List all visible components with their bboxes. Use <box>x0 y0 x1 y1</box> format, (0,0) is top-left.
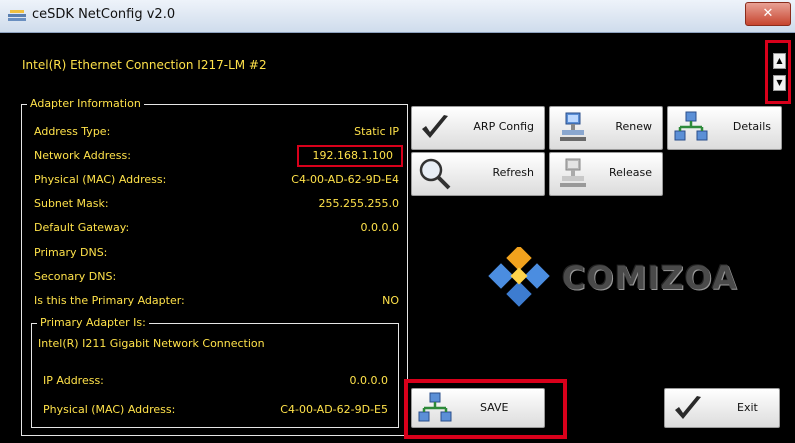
info-row-address-type: Address Type: Static IP <box>34 125 399 145</box>
info-label: Subnet Mask: <box>34 197 109 210</box>
info-value: C4-00-AD-62-9D-E4 <box>291 173 399 186</box>
arp-config-label: ARP Config <box>473 120 534 133</box>
exit-button[interactable]: Exit <box>664 388 780 428</box>
close-button[interactable]: ✕ <box>745 2 791 26</box>
info-label: Is this the Primary Adapter: <box>34 294 185 307</box>
details-label: Details <box>732 120 771 133</box>
exit-label: Exit <box>737 401 758 414</box>
info-value: 0.0.0.0 <box>349 374 388 387</box>
info-label: IP Address: <box>43 374 104 387</box>
refresh-label: Refresh <box>492 166 534 179</box>
arp-config-button[interactable]: ARP Config <box>411 106 545 150</box>
release-label: Release <box>609 166 652 179</box>
info-value: C4-00-AD-62-9D-E5 <box>280 403 388 416</box>
info-value: 0.0.0.0 <box>360 221 399 234</box>
info-label: Default Gateway: <box>34 221 130 234</box>
info-value: NO <box>382 294 399 307</box>
info-label: Physical (MAC) Address: <box>43 403 176 416</box>
netconfig-window: ceSDK NetConfig v2.0 ✕ Intel(R) Ethernet… <box>0 0 795 443</box>
network-address-highlight <box>297 145 403 167</box>
refresh-button[interactable]: Refresh <box>411 152 545 196</box>
info-row-primary-adapter: Is this the Primary Adapter: NO <box>34 294 399 314</box>
magnifier-icon <box>419 158 451 190</box>
info-label: Primary DNS: <box>34 246 108 259</box>
comizoa-logo-icon <box>488 247 550 307</box>
renew-label: Renew <box>615 120 652 133</box>
info-row-primary-dns: Primary DNS: <box>34 246 399 266</box>
checkmark-icon <box>675 396 701 419</box>
adapter-information-legend: Adapter Information <box>27 97 144 110</box>
adapter-select-value[interactable]: Intel(R) Ethernet Connection I217-LM #2 <box>22 58 267 72</box>
window-title: ceSDK NetConfig v2.0 <box>32 7 176 22</box>
info-label: Physical (MAC) Address: <box>34 173 167 186</box>
primary-adapter-name: Intel(R) I211 Gigabit Network Connection <box>38 337 265 350</box>
checkmark-icon <box>422 115 448 138</box>
info-row-mac-address: Physical (MAC) Address: C4-00-AD-62-9D-E… <box>34 173 399 193</box>
renew-button[interactable]: Renew <box>549 106 663 150</box>
info-value: Static IP <box>354 125 399 138</box>
network-computer-disabled-icon <box>560 158 586 187</box>
primary-row-ip-address: IP Address: 0.0.0.0 <box>43 374 388 394</box>
primary-adapter-legend: Primary Adapter Is: <box>37 316 149 329</box>
spinner-down-arrow-icon[interactable]: ▼ <box>773 75 786 91</box>
info-row-default-gateway: Default Gateway: 0.0.0.0 <box>34 221 399 241</box>
comizoa-logo-text: COMIZOA <box>562 259 738 297</box>
network-computer-icon <box>560 112 586 141</box>
app-icon <box>8 10 26 21</box>
info-label: Network Address: <box>34 149 131 162</box>
adapter-spinner-highlight: ▲ ▼ <box>765 40 791 104</box>
info-label: Address Type: <box>34 125 111 138</box>
release-button[interactable]: Release <box>549 152 663 196</box>
network-icon <box>674 111 708 141</box>
details-button[interactable]: Details <box>667 106 782 150</box>
spinner-up-arrow-icon[interactable]: ▲ <box>773 53 786 69</box>
primary-row-mac-address: Physical (MAC) Address: C4-00-AD-62-9D-E… <box>43 403 388 423</box>
info-row-secondary-dns: Seconary DNS: <box>34 270 399 290</box>
title-bar: ceSDK NetConfig v2.0 ✕ <box>0 0 795 33</box>
info-row-subnet-mask: Subnet Mask: 255.255.255.0 <box>34 197 399 217</box>
comizoa-logo: COMIZOA <box>486 245 746 309</box>
info-label: Seconary DNS: <box>34 270 117 283</box>
save-button-highlight <box>404 379 567 439</box>
info-value: 255.255.255.0 <box>318 197 399 210</box>
